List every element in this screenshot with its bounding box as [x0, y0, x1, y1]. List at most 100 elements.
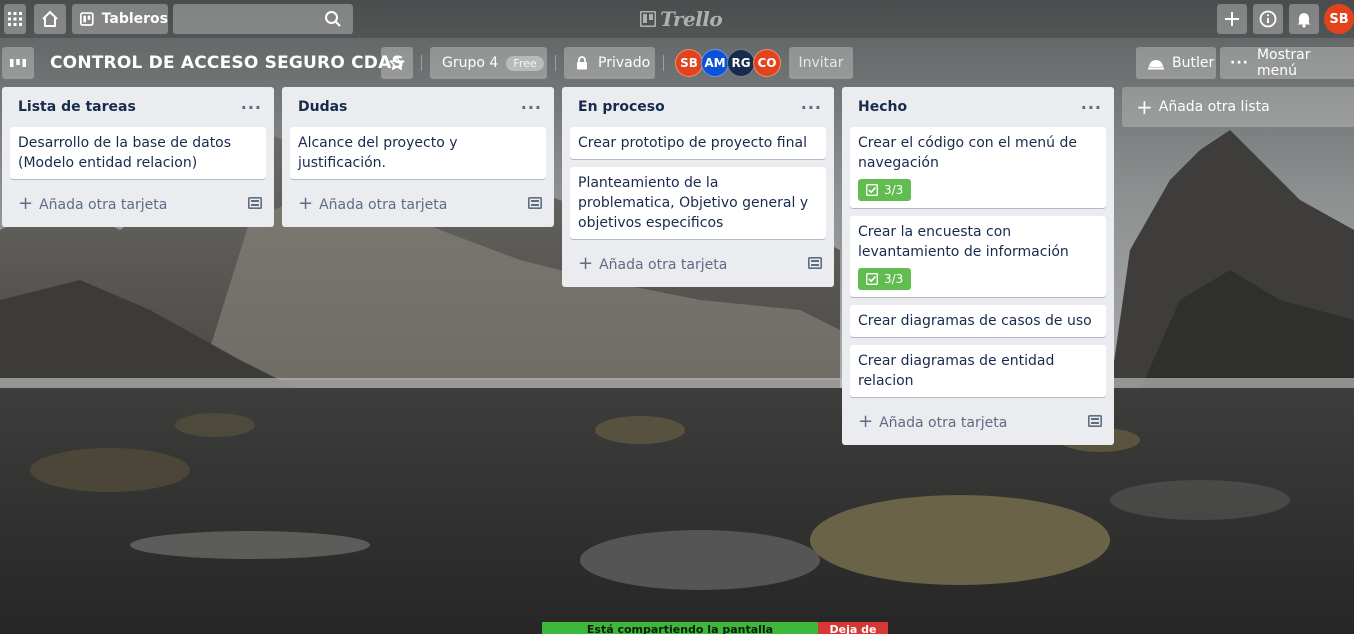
boards-button[interactable]: Tableros — [72, 4, 168, 34]
screen-share-banner: Está compartiendo la pantalla — [542, 622, 818, 634]
info-icon — [1259, 10, 1277, 28]
card-title: Crear la encuesta con levantamiento de i… — [858, 224, 1069, 260]
add-card-label: Añada otra tarjeta — [39, 196, 168, 213]
apps-grid-icon — [8, 12, 22, 26]
plus-icon: + — [298, 192, 314, 214]
checklist-count: 3/3 — [884, 183, 904, 197]
member-avatar[interactable]: AM — [701, 49, 729, 77]
add-card-button[interactable]: + Añada otra tarjeta — [570, 247, 826, 279]
checklist-badge: 3/3 — [858, 179, 912, 201]
card[interactable]: Desarrollo de la base de datos (Modelo e… — [10, 127, 266, 179]
lock-icon — [577, 56, 587, 70]
card-title: Alcance del proyecto y justificación. — [298, 135, 458, 171]
more-dots-icon: ··· — [1230, 55, 1249, 71]
card[interactable]: Crear el código con el menú de navegació… — [850, 127, 1106, 208]
team-label: Grupo 4 — [442, 55, 499, 71]
butler-button[interactable]: Butler — [1136, 47, 1216, 79]
trello-logo-icon — [640, 11, 656, 27]
list-header[interactable]: Hecho ··· — [850, 87, 1106, 127]
trello-logo[interactable]: Trello — [640, 7, 723, 31]
card-title: Crear prototipo de proyecto final — [578, 135, 807, 151]
invite-button[interactable]: Invitar — [789, 47, 853, 79]
plus-icon: + — [858, 410, 874, 432]
add-card-label: Añada otra tarjeta — [599, 256, 728, 273]
add-card-button[interactable]: + Añada otra tarjeta — [850, 405, 1106, 437]
plus-icon: + — [18, 192, 34, 214]
stop-sharing-label: Deja de — [829, 623, 877, 634]
list-menu-icon[interactable]: ··· — [1081, 98, 1102, 117]
plan-badge: Free — [506, 55, 544, 71]
show-menu-label: Mostrar menú — [1256, 47, 1311, 79]
plus-icon: + — [578, 252, 594, 274]
add-card-label: Añada otra tarjeta — [879, 414, 1008, 431]
list-lista-de-tareas: Lista de tareas ··· Desarrollo de la bas… — [2, 87, 274, 227]
card-title: Desarrollo de la base de datos (Modelo e… — [18, 135, 232, 171]
card-title: Crear diagramas de casos de uso — [858, 313, 1092, 329]
member-avatar[interactable]: RG — [727, 49, 755, 77]
add-list-label: Añada otra lista — [1158, 99, 1270, 115]
star-icon — [389, 55, 405, 70]
member-initials: RG — [731, 56, 751, 70]
list-title[interactable]: En proceso — [578, 99, 665, 115]
list-menu-icon[interactable]: ··· — [801, 98, 822, 117]
list-title[interactable]: Dudas — [298, 99, 347, 115]
member-avatar[interactable]: SB — [675, 49, 703, 77]
board-view-icon — [10, 59, 26, 67]
visibility-button[interactable]: Privado — [564, 47, 655, 79]
list-dudas: Dudas ··· Alcance del proyecto y justifi… — [282, 87, 554, 227]
boards-label: Tableros — [101, 11, 168, 27]
stop-sharing-button[interactable]: Deja de — [818, 622, 888, 634]
logo-text: Trello — [660, 7, 723, 31]
card[interactable]: Crear prototipo de proyecto final — [570, 127, 826, 159]
create-button[interactable] — [1217, 4, 1247, 34]
card[interactable]: Crear diagramas de entidad relacion — [850, 345, 1106, 397]
header-divider — [555, 55, 556, 71]
search-icon[interactable] — [324, 10, 342, 28]
list-header[interactable]: Lista de tareas ··· — [10, 87, 266, 127]
plus-icon — [1225, 12, 1239, 26]
top-nav-bar: Tableros Trello SB — [0, 0, 1354, 38]
invite-label: Invitar — [798, 55, 844, 71]
card-title: Crear diagramas de entidad relacion — [858, 353, 1055, 389]
add-list-button[interactable]: + Añada otra lista — [1122, 87, 1354, 127]
add-card-button[interactable]: + Añada otra tarjeta — [290, 187, 546, 219]
card[interactable]: Planteamiento de la problematica, Objeti… — [570, 167, 826, 239]
list-title[interactable]: Lista de tareas — [18, 99, 136, 115]
card-template-icon[interactable] — [528, 197, 542, 209]
user-avatar[interactable]: SB — [1324, 4, 1354, 34]
card-title: Planteamiento de la problematica, Objeti… — [578, 175, 809, 231]
list-menu-icon[interactable]: ··· — [241, 98, 262, 117]
card[interactable]: Alcance del proyecto y justificación. — [290, 127, 546, 179]
card[interactable]: Crear la encuesta con levantamiento de i… — [850, 216, 1106, 297]
card-template-icon[interactable] — [808, 257, 822, 269]
user-avatar-initials: SB — [1329, 11, 1349, 27]
boards-icon — [80, 12, 94, 26]
bell-icon — [1297, 13, 1311, 28]
header-divider — [663, 55, 664, 71]
list-title[interactable]: Hecho — [858, 99, 907, 115]
list-header[interactable]: Dudas ··· — [290, 87, 546, 127]
card-template-icon[interactable] — [248, 197, 262, 209]
board-view-switcher[interactable] — [2, 47, 34, 79]
card[interactable]: Crear diagramas de casos de uso — [850, 305, 1106, 337]
board-title[interactable]: CONTROL DE ACCESO SEGURO CDAS — [42, 47, 412, 79]
star-board-button[interactable] — [381, 47, 413, 79]
plus-icon: + — [1136, 95, 1153, 119]
checklist-icon — [866, 273, 878, 285]
checklist-badge: 3/3 — [858, 268, 912, 290]
butler-label: Butler — [1172, 55, 1215, 71]
notifications-button[interactable] — [1289, 4, 1319, 34]
member-initials: AM — [704, 56, 726, 70]
member-avatar[interactable]: CO — [753, 49, 781, 77]
list-header[interactable]: En proceso ··· — [570, 87, 826, 127]
info-button[interactable] — [1253, 4, 1283, 34]
header-divider — [421, 55, 422, 71]
apps-grid-button[interactable] — [4, 4, 26, 34]
team-button[interactable]: Grupo 4 Free — [430, 47, 547, 79]
show-menu-button[interactable]: ··· Mostrar menú — [1220, 47, 1354, 79]
checklist-icon — [866, 184, 878, 196]
card-template-icon[interactable] — [1088, 415, 1102, 427]
home-button[interactable] — [34, 4, 66, 34]
add-card-button[interactable]: + Añada otra tarjeta — [10, 187, 266, 219]
list-menu-icon[interactable]: ··· — [521, 98, 542, 117]
